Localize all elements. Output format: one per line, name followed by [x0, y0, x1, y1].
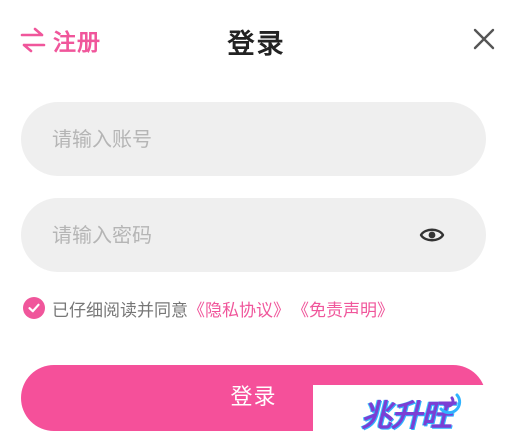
watermark: 兆升旺	[313, 385, 489, 435]
agreement-row: 已仔细阅读并同意 《隐私协议》 《免责声明》	[23, 294, 394, 322]
agreement-text: 已仔细阅读并同意	[52, 300, 188, 321]
checkmark-icon	[28, 303, 40, 313]
disclaimer-link[interactable]: 《免责声明》	[292, 296, 394, 321]
password-input[interactable]	[52, 198, 422, 272]
password-field	[21, 198, 486, 272]
privacy-policy-link[interactable]: 《隐私协议》	[188, 296, 290, 321]
account-field	[21, 102, 486, 176]
agreement-checkbox[interactable]	[23, 297, 45, 319]
close-button[interactable]	[470, 25, 498, 53]
toggle-password-visibility-button[interactable]	[419, 223, 445, 247]
account-input[interactable]	[52, 102, 422, 176]
watermark-signal-icon	[439, 393, 462, 415]
eye-icon	[419, 228, 445, 242]
page-title: 登录	[227, 29, 286, 60]
header: 注册 登录	[0, 0, 513, 80]
close-icon	[473, 28, 495, 50]
